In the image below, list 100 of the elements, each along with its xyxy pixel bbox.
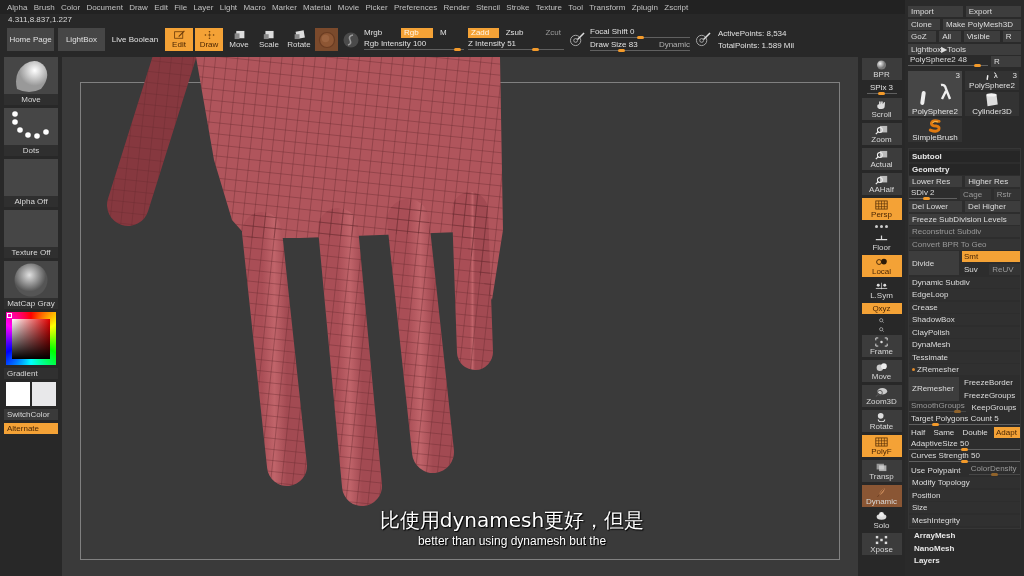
sphere-icon[interactable] xyxy=(343,31,359,48)
toggle-button[interactable]: Adapt xyxy=(993,427,1021,438)
panel-button[interactable]: Visible xyxy=(963,31,1000,42)
panel-button[interactable]: Lightbox▶Tools xyxy=(908,43,1021,55)
palette-thumbnail[interactable]: Alpha Off xyxy=(4,159,58,207)
view-tool-button[interactable]: Scroll xyxy=(861,98,902,120)
slider-thumb[interactable] xyxy=(636,36,644,39)
panel-button[interactable]: ZRemesher xyxy=(909,376,959,401)
menu-item[interactable]: Edit xyxy=(154,2,168,12)
slider-thumb[interactable] xyxy=(931,422,939,426)
depth-toggle[interactable]: Zsub xyxy=(502,28,527,38)
view-tool-button[interactable]: Local xyxy=(861,255,902,277)
panel-button[interactable]: Clone xyxy=(908,18,940,30)
menu-item[interactable]: Macro xyxy=(243,2,266,12)
tool-thumbnail[interactable]: SimpleBrush xyxy=(908,117,962,142)
palette-thumbnail[interactable]: MatCap Gray xyxy=(4,261,58,309)
view-tool-button[interactable]: Zoom xyxy=(861,123,902,145)
palette-title[interactable]: Geometry xyxy=(909,163,1020,175)
mode-button[interactable]: Draw xyxy=(195,28,223,51)
view-tool-button[interactable]: Dynamic xyxy=(861,485,902,507)
view-tool-button[interactable]: Transp xyxy=(861,460,902,482)
magnifier-icon[interactable] xyxy=(879,317,884,323)
view-tool-button[interactable]: AAHalf xyxy=(861,173,902,195)
toggle-button[interactable]: Double xyxy=(960,427,991,438)
mode-button[interactable]: Move xyxy=(225,28,253,51)
color-picker[interactable] xyxy=(6,312,56,365)
panel-button[interactable]: Lower Res xyxy=(909,176,963,187)
magnifier-icon[interactable] xyxy=(879,326,884,332)
menu-item[interactable]: Movie xyxy=(337,2,360,12)
menu-item[interactable]: Picker xyxy=(365,2,388,12)
menu-item[interactable]: Zplugin xyxy=(631,2,658,12)
panel-button[interactable]: Del Lower xyxy=(909,201,963,212)
panel-button[interactable]: R xyxy=(991,56,1021,67)
menu-item[interactable]: Material xyxy=(303,2,332,12)
mode-button[interactable]: Scale xyxy=(255,28,283,51)
slider-thumb[interactable] xyxy=(961,460,968,463)
menu-item[interactable]: File xyxy=(174,2,188,12)
panel-button[interactable]: All xyxy=(939,31,961,42)
view-tool-button[interactable]: Zoom3D xyxy=(861,385,902,407)
toggle-button[interactable]: Dynamic xyxy=(658,40,690,49)
toggle-button[interactable]: SwitchColor xyxy=(4,409,58,420)
slider-track[interactable] xyxy=(908,64,989,67)
palette-title[interactable]: Layers xyxy=(908,555,1021,566)
menu-item[interactable]: Color xyxy=(60,2,81,12)
view-tool-button[interactable]: PolyF xyxy=(861,435,902,457)
toggle-button[interactable]: Half xyxy=(909,427,929,438)
color-swatch-icon[interactable] xyxy=(6,382,30,406)
palette-title[interactable]: NanoMesh xyxy=(908,542,1021,554)
menu-item[interactable]: Tool xyxy=(568,2,583,12)
view-tool-button[interactable]: Frame xyxy=(861,335,902,357)
view-tool-button[interactable]: Floor xyxy=(861,232,902,252)
slider-track[interactable] xyxy=(590,36,690,39)
view-tool-button[interactable]: Move xyxy=(861,360,902,382)
tool-thumbnail[interactable]: 3 PolySphere2 xyxy=(908,70,962,116)
color-swatch-icon[interactable] xyxy=(32,382,56,406)
slider-thumb[interactable] xyxy=(961,447,968,451)
menu-item[interactable]: Stencil xyxy=(476,2,500,12)
view-tool-button[interactable]: Qxyz xyxy=(861,303,902,314)
toggle-button[interactable]: Smt xyxy=(962,251,1020,262)
menu-item[interactable]: Render xyxy=(443,2,470,12)
palette-title[interactable]: ArrayMesh xyxy=(908,530,1021,541)
dots-icon[interactable] xyxy=(874,223,889,229)
view-tool-button[interactable]: Actual xyxy=(861,148,902,170)
toolbar-button[interactable]: LightBox xyxy=(58,28,105,51)
slider-thumb[interactable] xyxy=(973,64,981,67)
menu-item[interactable]: Light xyxy=(219,2,238,12)
menu-item[interactable]: Document xyxy=(86,2,123,12)
toolbar-button[interactable]: Live Boolean xyxy=(109,28,161,51)
view-tool-button[interactable]: Xpose xyxy=(861,533,902,555)
menu-item[interactable]: Marker xyxy=(271,2,297,12)
menu-item[interactable]: Texture xyxy=(535,2,562,12)
palette-thumbnail[interactable]: Move xyxy=(4,57,58,105)
slider-track[interactable] xyxy=(909,196,957,200)
panel-button[interactable]: Export xyxy=(965,6,1021,17)
channel-toggle[interactable]: M xyxy=(437,28,450,38)
panel-button[interactable]: Higher Res xyxy=(965,176,1020,187)
panel-button[interactable]: Make PolyMesh3D xyxy=(942,18,1021,30)
view-tool-button[interactable]: Persp xyxy=(861,198,902,220)
slider-thumb[interactable] xyxy=(532,48,540,51)
menu-item[interactable]: Zscript xyxy=(664,2,689,12)
slider-thumb[interactable] xyxy=(878,92,885,95)
view-tool-button[interactable]: Solo xyxy=(861,510,902,530)
mode-button[interactable]: Rotate xyxy=(285,28,313,51)
slider-track[interactable] xyxy=(909,422,1020,426)
brush-target-icon[interactable] xyxy=(695,32,712,47)
view-tool-button[interactable]: BPR xyxy=(861,58,902,80)
palette-title[interactable]: Subtool xyxy=(909,151,1020,162)
menu-item[interactable]: Transform xyxy=(589,2,626,12)
slider-thumb[interactable] xyxy=(923,196,931,200)
panel-button[interactable]: GoZ xyxy=(908,31,937,42)
slider-track[interactable] xyxy=(468,48,564,51)
toggle-button[interactable]: KeepGroups xyxy=(969,402,1020,413)
menu-item[interactable]: Alpha xyxy=(7,2,28,12)
slider-thumb[interactable] xyxy=(454,48,462,51)
panel-button[interactable]: Freeze SubDivision Levels xyxy=(909,213,1020,225)
tool-thumbnail[interactable]: Cylinder3D xyxy=(965,91,1019,116)
view-tool-button[interactable]: Rotate xyxy=(861,410,902,432)
menu-item[interactable]: Stroke xyxy=(506,2,530,12)
menu-item[interactable]: Preferences xyxy=(394,2,438,12)
mode-button[interactable]: Edit xyxy=(165,28,193,51)
